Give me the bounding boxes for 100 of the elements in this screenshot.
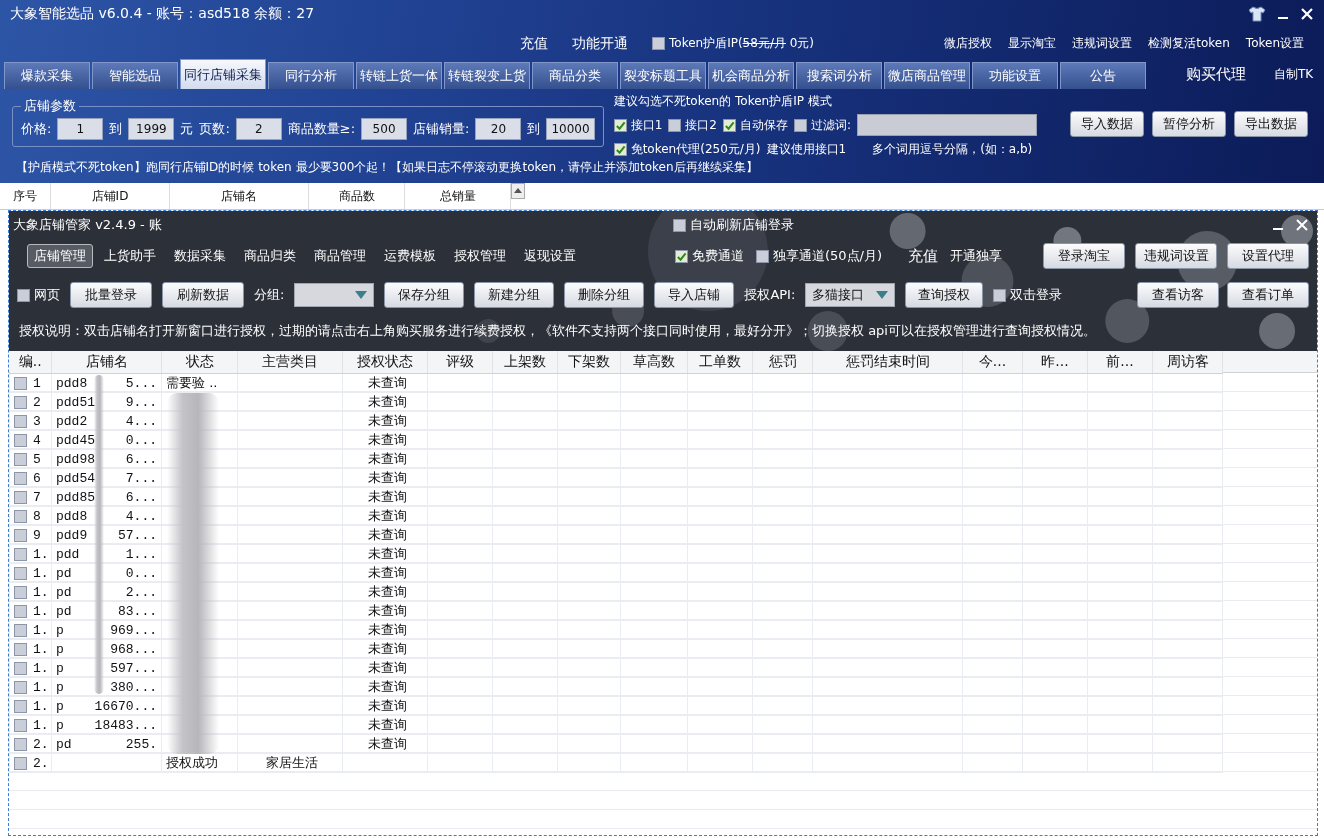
tab[interactable]: 搜索词分析 (796, 62, 882, 90)
checkbox[interactable] (613, 142, 627, 156)
action-button[interactable]: 导出数据 (1234, 111, 1308, 138)
toolbar-button[interactable]: 查看订单 (1227, 282, 1309, 308)
checkbox[interactable] (14, 395, 27, 409)
toolbar-button[interactable]: 批量登录 (70, 282, 152, 308)
checkbox[interactable] (14, 737, 27, 751)
tab[interactable]: 同行店铺采集 (180, 59, 266, 90)
tab[interactable]: 智能选品 (92, 62, 178, 90)
scroll-up-icon[interactable] (511, 183, 525, 200)
column-header: 商品数 (309, 183, 405, 209)
row-number: 1. (33, 603, 49, 619)
input-field[interactable]: 500 (361, 117, 408, 140)
menu-link[interactable]: 充值 (908, 246, 939, 266)
tab[interactable]: 公告 (1060, 62, 1146, 90)
input-field[interactable]: 1999 (128, 117, 175, 140)
action-button[interactable]: 导入数据 (1070, 111, 1144, 138)
group-dropdown[interactable] (294, 283, 375, 307)
nav-tab[interactable]: 运费模板 (377, 244, 443, 268)
tab[interactable]: 商品分类 (532, 62, 618, 90)
checkbox[interactable] (14, 433, 27, 447)
action-button[interactable]: 暂停分析 (1152, 111, 1226, 138)
api-dropdown[interactable]: 多猫接口 (805, 283, 896, 307)
filter-field[interactable] (856, 114, 1037, 137)
menu-link[interactable]: 违规词设置 (1072, 35, 1133, 53)
menu-link[interactable]: 显示淘宝 (1008, 35, 1057, 53)
checkbox[interactable] (14, 471, 27, 485)
checkbox[interactable] (722, 118, 736, 132)
nav-tab[interactable]: 商品归类 (237, 244, 303, 268)
nav-tab[interactable]: 店铺管理 (27, 244, 93, 268)
nav-tab[interactable]: 商品管理 (307, 244, 373, 268)
menu-link[interactable]: Token设置 (1245, 35, 1304, 53)
toolbar-button[interactable]: 刷新数据 (162, 282, 244, 308)
toolbar-button[interactable]: 导入店铺 (654, 282, 735, 308)
checkbox[interactable] (14, 490, 27, 504)
nav-tab[interactable]: 授权管理 (447, 244, 513, 268)
tab[interactable]: 转链裂变上货 (444, 62, 530, 90)
tab[interactable]: 同行分析 (268, 62, 354, 90)
shop-name-fragment: pd (56, 736, 73, 752)
row-number: 7 (33, 489, 41, 505)
top-button[interactable]: 违规词设置 (1135, 243, 1217, 269)
checkbox[interactable] (14, 661, 27, 675)
checkbox[interactable] (793, 118, 807, 132)
menu-link[interactable]: 自制TK (1274, 65, 1314, 83)
checkbox[interactable] (14, 642, 27, 656)
nav-tab[interactable]: 上货助手 (97, 244, 163, 268)
checkbox[interactable] (14, 699, 27, 713)
input-field[interactable]: 10000 (546, 117, 595, 140)
tab[interactable]: 爆款采集 (4, 62, 90, 90)
dropdown-arrow-icon[interactable] (876, 291, 889, 299)
dropdown-arrow-icon[interactable] (355, 291, 368, 299)
checkbox[interactable] (14, 509, 27, 523)
tab[interactable]: 功能设置 (972, 62, 1058, 90)
row-number: 1 (33, 375, 41, 391)
toolbar-button[interactable]: 查看访客 (1137, 282, 1219, 308)
menu-link[interactable]: 充值 (520, 34, 548, 53)
checkbox[interactable] (14, 718, 27, 732)
close-icon[interactable] (1300, 6, 1314, 21)
checkbox[interactable] (14, 414, 27, 428)
tab[interactable]: 转链上货一体 (356, 62, 442, 90)
tab[interactable]: 裂变标题工具 (620, 62, 706, 90)
auth-status-text: 未查询 (367, 641, 407, 656)
row-number: 1. (33, 717, 49, 733)
checkbox[interactable] (14, 585, 27, 599)
shop-name-fragment: pdd51 (56, 394, 96, 410)
nav-tab[interactable]: 返现设置 (517, 244, 583, 268)
checkbox[interactable] (14, 528, 27, 542)
toolbar-button[interactable]: 查询授权 (905, 282, 984, 308)
toolbar-button[interactable]: 删除分组 (564, 282, 645, 308)
input-field[interactable]: 2 (235, 117, 282, 140)
auth-status-text: 未查询 (367, 546, 407, 561)
checkbox[interactable] (14, 452, 27, 466)
input-field[interactable]: 20 (475, 117, 522, 140)
notice-text: 【护盾模式不死token】跑同行店铺ID的时候 token 最少要300个起！【如果日志不停滚动更换token，请停止并添加token后再继续采集】 (15, 159, 759, 177)
checkbox-label: 双击登录 (1010, 286, 1063, 304)
checkbox[interactable] (613, 118, 627, 132)
tab[interactable]: 机会商品分析 (708, 62, 794, 90)
input-field[interactable]: 1 (57, 117, 104, 140)
menu-link[interactable]: 功能开通 (572, 34, 628, 53)
checkbox[interactable] (14, 756, 27, 770)
menu-link[interactable]: 微店授权 (944, 35, 993, 53)
checkbox[interactable] (14, 376, 27, 390)
checkbox[interactable] (14, 547, 27, 561)
checkbox[interactable] (14, 604, 27, 618)
top-button[interactable]: 设置代理 (1227, 243, 1309, 269)
nav-tab[interactable]: 数据采集 (167, 244, 233, 268)
checkbox[interactable] (14, 680, 27, 694)
menu-link[interactable]: 开通独享 (950, 247, 1003, 265)
menu-link[interactable]: 购买代理 (1186, 64, 1246, 84)
checkbox[interactable] (14, 566, 27, 580)
toolbar-button[interactable]: 保存分组 (384, 282, 465, 308)
column-header: 店铺ID (51, 183, 170, 209)
checkbox[interactable] (668, 118, 682, 132)
top-button[interactable]: 登录淘宝 (1043, 243, 1125, 269)
toolbar-button[interactable]: 新建分组 (474, 282, 555, 308)
skin-icon[interactable] (1248, 5, 1266, 22)
menu-link[interactable]: 检测复活token (1148, 35, 1230, 53)
tab[interactable]: 微店商品管理 (884, 62, 970, 90)
checkbox[interactable] (14, 623, 27, 637)
checkbox[interactable] (652, 37, 665, 51)
